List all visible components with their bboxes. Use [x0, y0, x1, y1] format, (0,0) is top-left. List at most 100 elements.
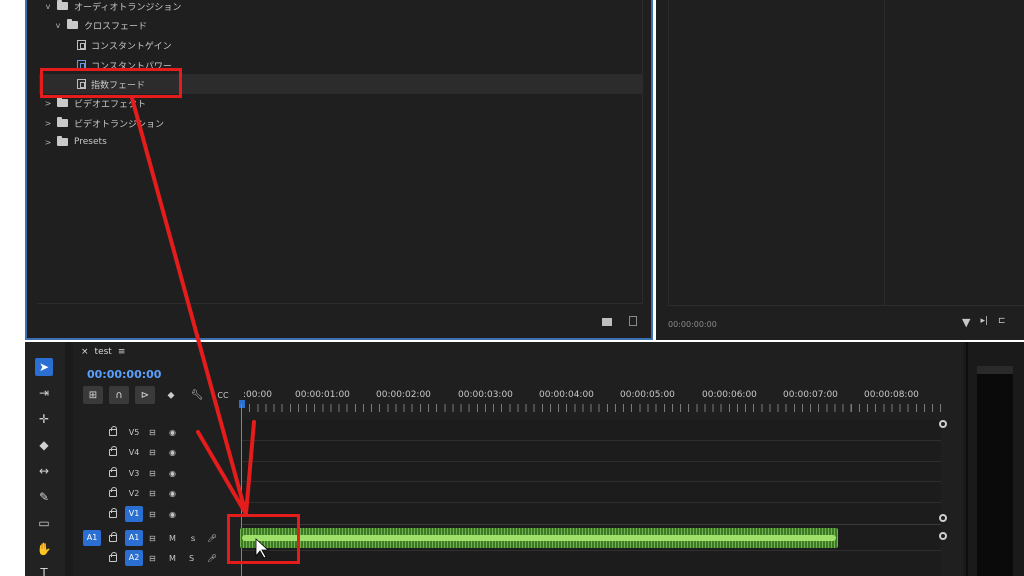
- menu-icon[interactable]: ≡: [118, 347, 126, 357]
- track-select-tool-icon[interactable]: ⇥: [35, 384, 53, 402]
- effect-icon: [77, 40, 86, 50]
- track-header-a2: A2 ⊟ M S 🎤︎: [73, 548, 241, 568]
- export-icon[interactable]: ⊏: [998, 316, 1006, 329]
- eye-icon[interactable]: ◉: [169, 428, 176, 437]
- vertical-zoom-bar[interactable]: [939, 420, 947, 576]
- playhead-handle[interactable]: [239, 400, 245, 408]
- track-name[interactable]: A2: [125, 550, 143, 566]
- sync-lock-icon[interactable]: ⊟: [149, 534, 156, 543]
- track-name[interactable]: V5: [125, 428, 143, 437]
- sync-lock-icon[interactable]: ⊟: [149, 428, 156, 437]
- lock-icon[interactable]: [109, 508, 117, 518]
- rectangle-tool-icon[interactable]: ▭: [35, 514, 53, 532]
- tree-folder-presets[interactable]: > Presets: [43, 132, 107, 152]
- filter-icon[interactable]: ▼: [962, 316, 970, 329]
- tree-item-label: クロスフェード: [84, 21, 148, 32]
- eye-icon[interactable]: ◉: [169, 448, 176, 457]
- microphone-icon[interactable]: 🎤︎: [207, 534, 217, 543]
- tree-folder-crossfade[interactable]: v クロスフェード: [53, 15, 147, 35]
- new-folder-icon[interactable]: [602, 318, 612, 326]
- track-name[interactable]: V4: [125, 448, 143, 457]
- lock-icon[interactable]: [109, 487, 117, 497]
- audio-meter-peak: [977, 366, 1013, 374]
- linked-selection-icon[interactable]: ⊳: [135, 386, 155, 404]
- add-marker-icon[interactable]: ⬥: [163, 386, 179, 404]
- hand-tool-icon[interactable]: ✋: [35, 540, 53, 558]
- track-separator: [241, 440, 941, 441]
- sequence-tab[interactable]: × test ≡: [81, 347, 125, 357]
- track-separator: [241, 550, 941, 551]
- lock-icon[interactable]: [109, 446, 117, 456]
- program-viewer: [668, 0, 1024, 306]
- snap-icon[interactable]: ∩: [109, 386, 129, 404]
- eye-icon[interactable]: ◉: [169, 469, 176, 478]
- effects-panel: v オーディオトランジション v クロスフェード コンスタントゲイン コンスタン…: [25, 0, 653, 340]
- sync-lock-icon[interactable]: ⊟: [149, 510, 156, 519]
- solo-button[interactable]: S: [189, 554, 194, 563]
- sequence-timecode[interactable]: 00:00:00:00: [87, 368, 161, 381]
- insert-nest-icon[interactable]: ⊞: [83, 386, 103, 404]
- wrench-icon[interactable]: 🔧︎: [189, 386, 205, 404]
- track-header-v5: V5 ⊟ ◉: [73, 422, 241, 442]
- chevron-down-icon[interactable]: v: [43, 2, 53, 11]
- sync-lock-icon[interactable]: ⊟: [149, 489, 156, 498]
- sync-lock-icon[interactable]: ⊟: [149, 448, 156, 457]
- lock-icon[interactable]: [109, 532, 117, 542]
- folder-icon: [57, 136, 68, 146]
- scroll-handle[interactable]: [939, 420, 947, 428]
- folder-icon: [57, 0, 68, 10]
- scroll-handle[interactable]: [939, 532, 947, 540]
- track-area[interactable]: [241, 420, 941, 576]
- ruler-label: 00:00:03:00: [458, 390, 513, 400]
- close-icon[interactable]: ×: [81, 347, 89, 357]
- trash-icon[interactable]: [629, 316, 637, 326]
- scroll-handle[interactable]: [939, 514, 947, 522]
- tree-item-label: オーディオトランジション: [74, 2, 182, 13]
- ruler-label: :00:00: [243, 390, 272, 400]
- mute-button[interactable]: M: [169, 534, 176, 543]
- folder-icon: [57, 97, 68, 107]
- solo-button[interactable]: ｓ: [189, 533, 197, 544]
- track-name[interactable]: V1: [125, 506, 143, 522]
- ruler-label: 00:00:07:00: [783, 390, 838, 400]
- track-header-v2: V2 ⊟ ◉: [73, 483, 241, 503]
- slip-tool-icon[interactable]: ↔: [35, 462, 53, 480]
- program-timecode: 00:00:00:00: [668, 320, 717, 329]
- tree-folder-video-transitions[interactable]: > ビデオトランジション: [43, 113, 164, 133]
- selection-tool-icon[interactable]: ➤: [35, 358, 53, 376]
- mute-button[interactable]: M: [169, 554, 176, 563]
- chevron-down-icon[interactable]: v: [53, 21, 63, 30]
- track-name[interactable]: A1: [125, 530, 143, 546]
- ripple-edit-tool-icon[interactable]: ✛: [35, 410, 53, 428]
- audio-track-icon[interactable]: ▸|: [980, 316, 988, 329]
- microphone-icon[interactable]: 🎤︎: [207, 554, 217, 563]
- eye-icon[interactable]: ◉: [169, 489, 176, 498]
- audio-meter: [977, 366, 1013, 576]
- audio-waveform: [242, 535, 836, 541]
- annotation-box-clip-start: [227, 514, 300, 564]
- chevron-right-icon[interactable]: >: [43, 138, 53, 147]
- ruler-label: 00:00:04:00: [539, 390, 594, 400]
- lock-icon[interactable]: [109, 467, 117, 477]
- chevron-right-icon[interactable]: >: [43, 119, 53, 128]
- ruler-label: 00:00:05:00: [620, 390, 675, 400]
- track-header-v1: V1 ⊟ ◉: [73, 504, 241, 524]
- tools-panel: ➤ ⇥ ✛ ◆ ↔ ✎ ▭ ✋ T: [25, 342, 65, 576]
- eye-icon[interactable]: ◉: [169, 510, 176, 519]
- panel-divider: [884, 0, 885, 306]
- tree-item-constant-gain[interactable]: コンスタントゲイン: [77, 35, 172, 55]
- source-patch[interactable]: A1: [83, 530, 101, 546]
- sync-lock-icon[interactable]: ⊟: [149, 554, 156, 563]
- track-header-v4: V4 ⊟ ◉: [73, 442, 241, 462]
- tree-folder-audio-transitions[interactable]: v オーディオトランジション: [43, 0, 181, 16]
- pen-tool-icon[interactable]: ✎: [35, 488, 53, 506]
- track-name[interactable]: V2: [125, 489, 143, 498]
- chevron-right-icon[interactable]: >: [43, 99, 53, 108]
- razor-tool-icon[interactable]: ◆: [35, 436, 53, 454]
- track-name[interactable]: V3: [125, 469, 143, 478]
- type-tool-icon[interactable]: T: [35, 564, 53, 576]
- lock-icon[interactable]: [109, 426, 117, 436]
- sync-lock-icon[interactable]: ⊟: [149, 469, 156, 478]
- captions-icon[interactable]: CC: [215, 386, 231, 404]
- lock-icon[interactable]: [109, 552, 117, 562]
